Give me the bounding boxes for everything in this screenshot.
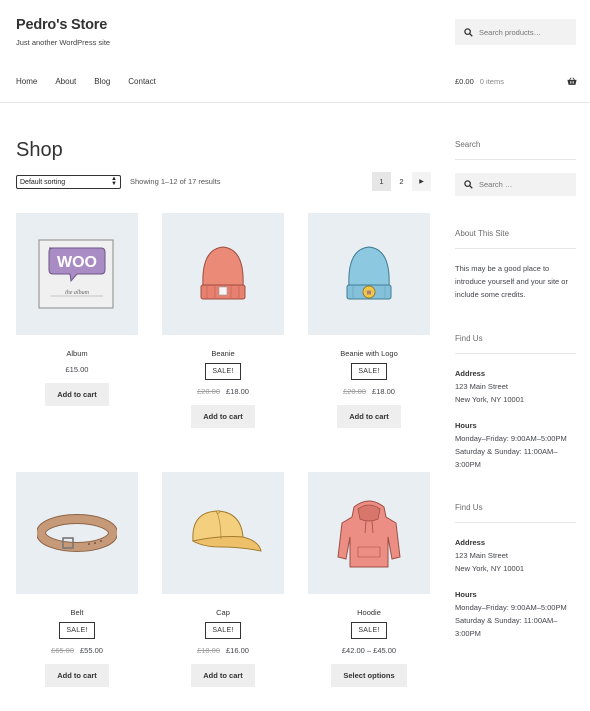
hours-line: Saturday & Sunday: 11:00AM–3:00PM <box>455 447 558 469</box>
belt-image[interactable] <box>16 472 138 594</box>
find-us-details: Address 123 Main Street New York, NY 100… <box>455 536 580 640</box>
page-2[interactable]: 2 <box>392 172 411 191</box>
site-header: Pedro's Store Just another WordPress sit… <box>0 0 590 103</box>
site-title[interactable]: Pedro's Store <box>16 17 107 33</box>
product-search-field[interactable] <box>455 19 576 45</box>
nav-blog[interactable]: Blog <box>94 77 110 86</box>
product-name[interactable]: Album <box>16 349 138 358</box>
product-card: Belt SALE! £65.00 £55.00 Add to cart <box>16 472 138 687</box>
svg-text:W: W <box>367 291 372 297</box>
sidebar-search-field[interactable] <box>455 173 576 196</box>
old-price: £18.00 <box>197 646 220 655</box>
sorting-select[interactable]: Default sorting ▲ ▼ <box>16 175 121 189</box>
nav-home[interactable]: Home <box>16 77 37 86</box>
beanie-image[interactable] <box>162 213 284 335</box>
sale-badge: SALE! <box>205 363 241 380</box>
old-price: £20.00 <box>343 387 366 396</box>
address-line: New York, NY 10001 <box>455 395 525 404</box>
current-price: £15.00 <box>65 365 89 374</box>
hours-line: Saturday & Sunday: 11:00AM–3:00PM <box>455 616 558 638</box>
hours-line: Monday–Friday: 9:00AM–5:00PM <box>455 434 567 443</box>
product-name[interactable]: Beanie with Logo <box>308 349 430 358</box>
hours-label: Hours <box>455 421 477 430</box>
product-name[interactable]: Beanie <box>162 349 284 358</box>
about-text: This may be a good place to introduce yo… <box>455 264 568 299</box>
sale-badge: SALE! <box>351 622 387 639</box>
product-price: £15.00 <box>16 365 138 374</box>
hours-line: Monday–Friday: 9:00AM–5:00PM <box>455 603 567 612</box>
product-name[interactable]: Hoodie <box>308 608 430 617</box>
page-1[interactable]: 1 <box>372 172 391 191</box>
sale-badge: SALE! <box>205 622 241 639</box>
add-to-cart-button[interactable]: Add to cart <box>191 664 255 687</box>
product-card: Cap SALE! £18.00 £16.00 Add to cart <box>162 472 284 687</box>
current-price: £16.00 <box>226 646 249 655</box>
address-line: New York, NY 10001 <box>455 564 525 573</box>
cart-amount: £0.00 <box>455 77 474 86</box>
old-price: £65.00 <box>51 646 74 655</box>
cart-count: 0 items <box>479 77 504 86</box>
current-price: £18.00 <box>226 387 249 396</box>
cap-image[interactable] <box>162 472 284 594</box>
widget-title-find-us: Find Us <box>455 503 576 523</box>
product-name[interactable]: Cap <box>162 608 284 617</box>
hours-label: Hours <box>455 590 477 599</box>
svg-text:WOO: WOO <box>57 254 97 271</box>
next-page-icon[interactable]: ▶ <box>412 172 431 191</box>
sorting-value: Default sorting <box>20 178 66 186</box>
product-name[interactable]: Belt <box>16 608 138 617</box>
nav-about[interactable]: About <box>55 77 76 86</box>
find-us-details: Address 123 Main Street New York, NY 100… <box>455 367 580 471</box>
product-price: £42.00 – £45.00 <box>308 646 430 655</box>
add-to-cart-button[interactable]: Add to cart <box>191 405 255 428</box>
album-image[interactable]: WOO the album <box>16 213 138 335</box>
hoodie-image[interactable] <box>308 472 430 594</box>
address-label: Address <box>455 538 486 547</box>
product-price: £18.00 £16.00 <box>162 646 284 655</box>
select-arrows-icon: ▲ ▼ <box>111 176 117 187</box>
add-to-cart-button[interactable]: Add to cart <box>45 383 109 406</box>
nav-contact[interactable]: Contact <box>128 77 156 86</box>
site-description: Just another WordPress site <box>16 38 111 47</box>
product-search-input[interactable] <box>479 27 569 37</box>
address-line: 123 Main Street <box>455 382 508 391</box>
widget-title-find-us: Find Us <box>455 334 576 354</box>
header-cart[interactable]: £0.00 0 items <box>455 77 577 86</box>
pagination: 1 2 ▶ <box>372 172 432 191</box>
product-price: £65.00 £55.00 <box>16 646 138 655</box>
widget-title-search: Search <box>455 140 576 160</box>
address-line: 123 Main Street <box>455 551 508 560</box>
search-icon <box>464 180 473 189</box>
add-to-cart-button[interactable]: Add to cart <box>45 664 109 687</box>
widget-title-about: About This Site <box>455 229 576 249</box>
select-options-button[interactable]: Select options <box>331 664 407 687</box>
product-card: Beanie SALE! £20.00 £18.00 Add to cart <box>162 213 284 428</box>
beanie-logo-image[interactable]: W <box>308 213 430 335</box>
product-card: Hoodie SALE! £42.00 – £45.00 Select opti… <box>308 472 430 687</box>
product-card: WOO the album Album £15.00 Add to cart <box>16 213 138 406</box>
current-price: £18.00 <box>372 387 395 396</box>
sale-badge: SALE! <box>59 622 95 639</box>
product-card: W Beanie with Logo SALE! £20.00 £18.00 Ad… <box>308 213 430 428</box>
result-count: Showing 1–12 of 17 results <box>130 177 221 186</box>
product-price: £20.00 £18.00 <box>162 387 284 396</box>
current-price: £42.00 – £45.00 <box>341 646 397 655</box>
basket-icon <box>567 77 577 85</box>
sidebar-search-input[interactable] <box>479 180 569 189</box>
add-to-cart-button[interactable]: Add to cart <box>337 405 401 428</box>
old-price: £20.00 <box>197 387 220 396</box>
address-label: Address <box>455 369 486 378</box>
search-icon <box>464 27 473 37</box>
page-title: Shop <box>16 139 63 161</box>
primary-nav: Home About Blog Contact <box>16 77 174 86</box>
product-price: £20.00 £18.00 <box>308 387 430 396</box>
svg-text:the album: the album <box>65 290 89 296</box>
current-price: £55.00 <box>80 646 103 655</box>
sale-badge: SALE! <box>351 363 387 380</box>
